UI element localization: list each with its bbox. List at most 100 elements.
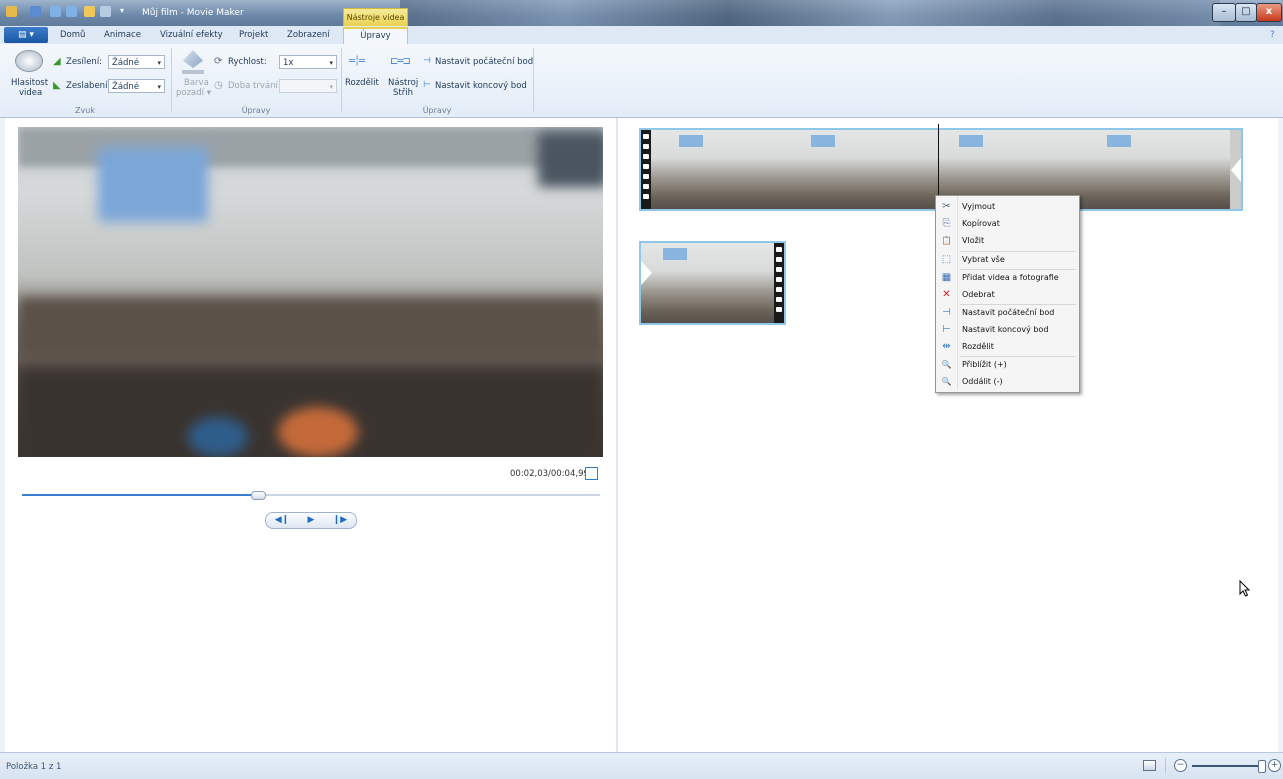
- menu-item-label: Odebrat: [962, 290, 995, 299]
- zoom-slider-track[interactable]: [1192, 765, 1262, 767]
- add-music-icon[interactable]: [84, 6, 95, 17]
- group-divider: [341, 48, 342, 112]
- menu-item-label: Nastavit počáteční bod: [962, 308, 1055, 317]
- context-menu: ✂ Vyjmout ⎘ Kopírovat 📋 Vložit ⬚ Vybrat vše …: [935, 195, 1080, 393]
- customize-toolbar-icon[interactable]: ▾: [120, 6, 131, 17]
- group-divider: [171, 48, 172, 112]
- set-end-icon: ⊢: [942, 324, 951, 335]
- window-title: Můj film - Movie Maker: [142, 8, 244, 18]
- clip-frame: [1085, 130, 1230, 209]
- tab-view[interactable]: Zobrazení: [287, 30, 330, 40]
- menu-item-label: Oddálit (-): [962, 377, 1003, 386]
- status-bar: Položka 1 z 1 − +: [0, 752, 1283, 779]
- play-button[interactable]: ▶: [297, 513, 325, 528]
- frame-screen: [1107, 135, 1131, 147]
- tab-project[interactable]: Projekt: [239, 30, 268, 40]
- frame-screen: [663, 248, 687, 260]
- speaker-icon[interactable]: [15, 50, 43, 72]
- ribbon-tab-row: ▤ ▾ Domů Animace Vizuální efekty Projekt…: [0, 26, 1283, 45]
- menu-item-label: Rozdělit: [962, 342, 994, 351]
- tab-visual-effects[interactable]: Vizuální efekty: [160, 30, 223, 40]
- next-frame-button[interactable]: ❙▶: [326, 513, 354, 528]
- split-icon[interactable]: ═╎═: [349, 56, 365, 67]
- duration-label: Doba trvání:: [228, 81, 281, 91]
- background-color-label-2: pozadí ▾: [176, 88, 211, 98]
- save-icon[interactable]: [30, 6, 41, 17]
- preview-laptop: [188, 417, 248, 457]
- set-end-point-button[interactable]: Nastavit koncový bod: [435, 81, 527, 91]
- mouse-cursor-icon: [1239, 580, 1251, 597]
- storyboard-view-icon[interactable]: [1143, 760, 1156, 771]
- menu-item-set-start[interactable]: ⊣ Nastavit počáteční bod: [936, 304, 1077, 321]
- select-all-icon: ⬚: [941, 254, 952, 265]
- duration-select[interactable]: ▾: [279, 79, 337, 93]
- set-end-icon: ⊢: [423, 80, 431, 90]
- clip-frame: [651, 130, 789, 209]
- fade-in-select[interactable]: Žádné ▾: [108, 55, 165, 69]
- previous-frame-button[interactable]: ◀❙: [268, 513, 296, 528]
- close-button[interactable]: x: [1256, 3, 1282, 22]
- menu-item-select-all[interactable]: ⬚ Vybrat vše: [936, 251, 1077, 268]
- frame-screen: [959, 135, 983, 147]
- menu-item-set-end[interactable]: ⊢ Nastavit koncový bod: [936, 321, 1077, 338]
- cut-icon: ✂: [942, 201, 951, 212]
- film-sprocket: [641, 130, 651, 209]
- undo-icon[interactable]: [50, 6, 61, 17]
- fade-in-label: Zesílení:: [66, 57, 103, 67]
- remove-icon: ✕: [942, 289, 951, 300]
- trim-tool-label-2[interactable]: Střih: [393, 88, 413, 98]
- menu-item-copy[interactable]: ⎘ Kopírovat: [936, 215, 1077, 232]
- menu-item-remove[interactable]: ✕ Odebrat: [936, 286, 1077, 303]
- pane-splitter[interactable]: [616, 118, 618, 752]
- chevron-down-icon: ▾: [329, 83, 333, 91]
- storyboard-clip-continued[interactable]: [639, 241, 786, 325]
- contextual-tab-caption: Nástroje videa: [343, 8, 408, 26]
- menu-item-add-media[interactable]: ▦ Přidat videa a fotografie: [936, 269, 1077, 286]
- zoom-in-button[interactable]: +: [1268, 759, 1281, 772]
- app-menu-button[interactable]: ▤ ▾: [4, 27, 48, 43]
- video-volume-label-1[interactable]: Hlasitost: [11, 78, 48, 88]
- app-icon: [6, 6, 17, 17]
- clip-continues-marker: [1231, 158, 1241, 182]
- tab-animations[interactable]: Animace: [104, 30, 141, 40]
- menu-item-zoom-in[interactable]: 🔍 Přiblížit (+): [936, 356, 1077, 373]
- redo-icon[interactable]: [66, 6, 77, 17]
- speed-select[interactable]: 1x ▾: [279, 55, 337, 69]
- fade-in-value: Žádné: [112, 58, 140, 68]
- menu-item-split[interactable]: ⇹ Rozdělit: [936, 338, 1077, 355]
- grid-icon[interactable]: [100, 6, 111, 17]
- preview-screen-right: [538, 132, 603, 187]
- menu-item-cut[interactable]: ✂ Vyjmout: [936, 198, 1077, 215]
- video-volume-label-2[interactable]: videa: [19, 88, 42, 98]
- split-icon: ⇹: [942, 341, 951, 352]
- preview-panel-row: [18, 297, 603, 357]
- paint-bucket-icon[interactable]: [183, 50, 203, 68]
- zoom-slider-thumb[interactable]: [1258, 760, 1266, 773]
- trim-tool-label-1[interactable]: Nástroj: [388, 78, 418, 88]
- menu-item-zoom-out[interactable]: 🔍 Oddálit (-): [936, 373, 1077, 390]
- fullscreen-icon[interactable]: [585, 467, 598, 480]
- split-button-label[interactable]: Rozdělit: [345, 78, 379, 88]
- fade-out-icon: ◣: [53, 80, 61, 91]
- trim-tool-icon[interactable]: ⊏═⊐: [390, 56, 411, 67]
- clip-start-marker: [641, 261, 652, 285]
- seek-progress: [22, 494, 258, 496]
- status-item-count: Položka 1 z 1: [6, 762, 62, 772]
- minimize-button[interactable]: –: [1212, 3, 1236, 22]
- zoom-out-button[interactable]: −: [1174, 759, 1187, 772]
- tab-home[interactable]: Domů: [60, 30, 85, 40]
- speed-value: 1x: [283, 58, 294, 68]
- duration-icon: ◷: [214, 80, 223, 91]
- clip-frame: [789, 130, 937, 209]
- help-icon[interactable]: ?: [1270, 30, 1275, 40]
- menu-item-label: Vyjmout: [962, 202, 996, 211]
- set-start-icon: ⊣: [942, 307, 951, 318]
- video-preview[interactable]: [18, 127, 603, 457]
- tab-edit[interactable]: Úpravy: [343, 27, 408, 45]
- fade-out-select[interactable]: Žádné ▾: [108, 79, 165, 93]
- menu-item-paste[interactable]: 📋 Vložit: [936, 232, 1077, 249]
- set-start-point-button[interactable]: Nastavit počáteční bod: [435, 57, 533, 67]
- maximize-button[interactable]: □: [1235, 3, 1257, 22]
- chevron-down-icon: ▾: [157, 59, 161, 67]
- seek-thumb[interactable]: [251, 491, 266, 500]
